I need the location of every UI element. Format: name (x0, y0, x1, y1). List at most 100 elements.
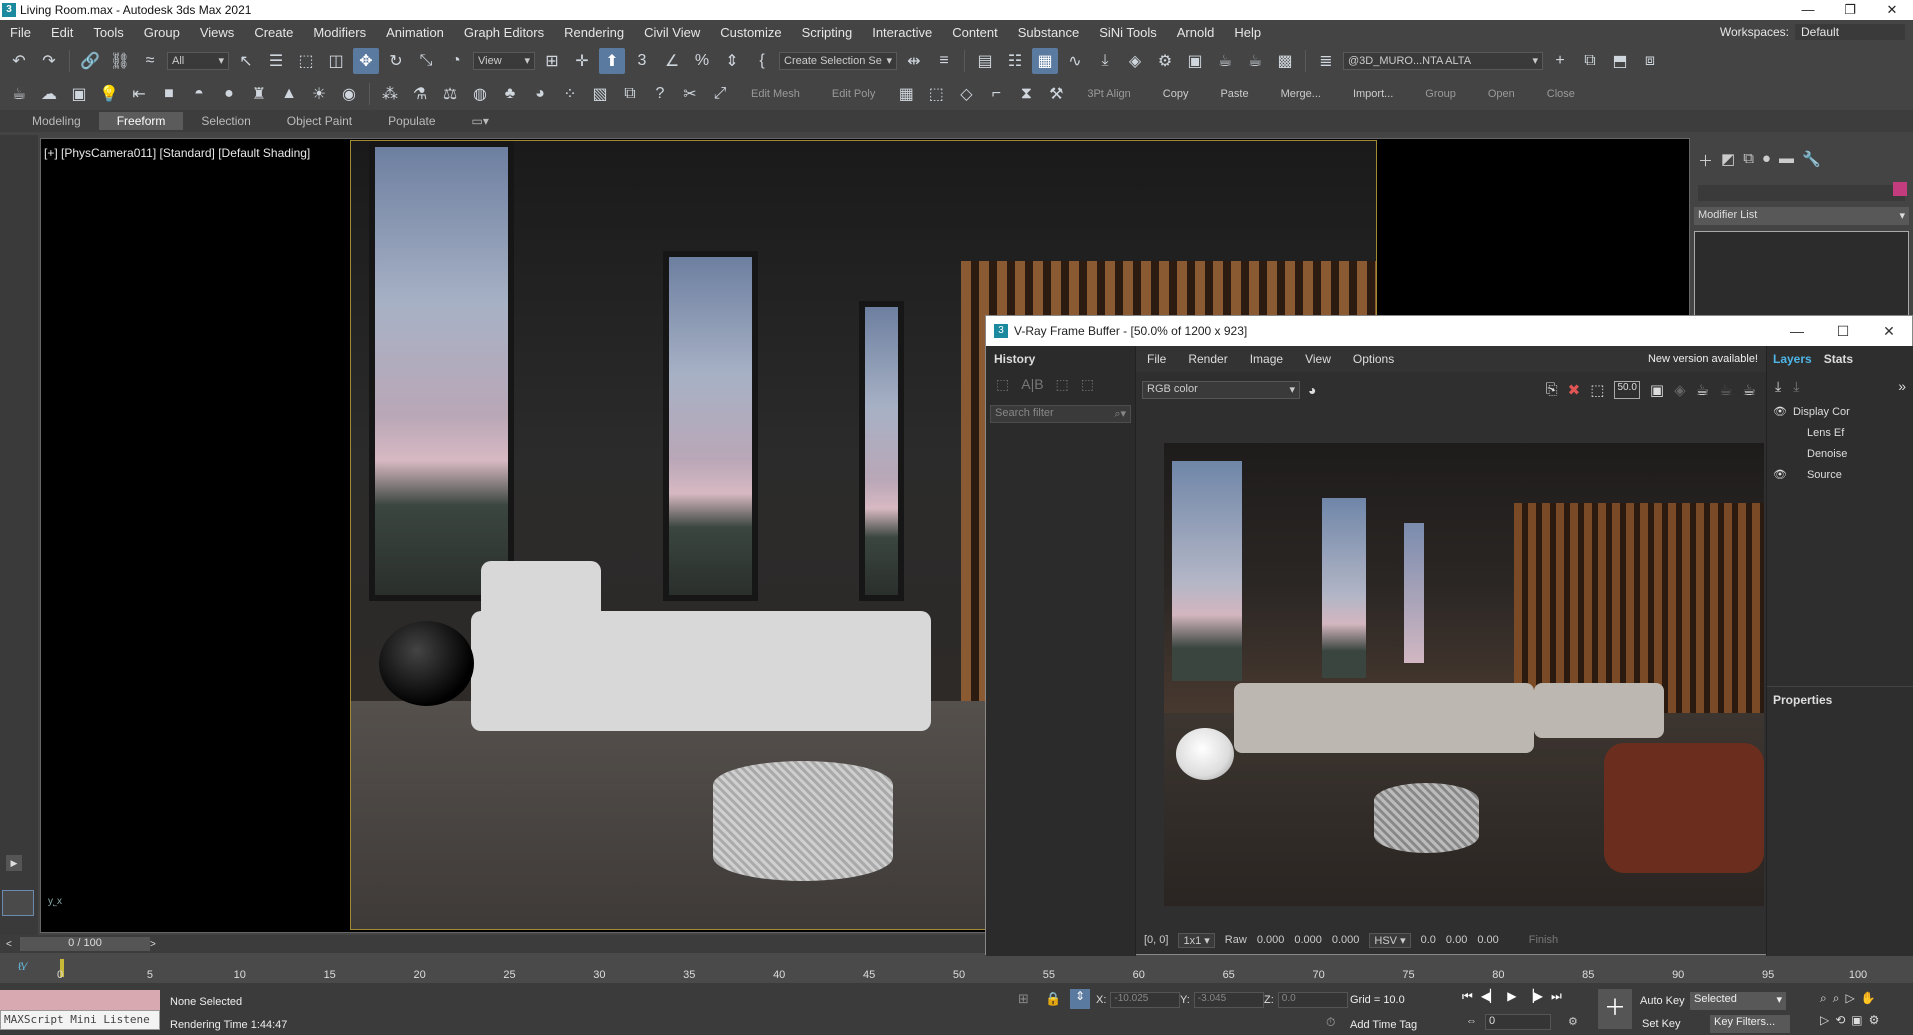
maxscript-listener[interactable]: MAXScript Mini Listene (0, 1010, 160, 1030)
diamond-icon[interactable]: ◇ (953, 81, 979, 107)
orbit-icon[interactable]: ⟲ (1835, 1013, 1845, 1027)
scale-icon[interactable]: ⤡ (413, 48, 439, 74)
object-color-swatch[interactable] (1893, 182, 1907, 196)
corner-icon[interactable]: ⌐ (983, 81, 1009, 107)
box-icon[interactable]: ■ (156, 81, 182, 107)
proxy-icon[interactable]: ⚗ (407, 81, 433, 107)
viewport-label[interactable]: [+] [PhysCamera011] [Standard] [Default … (44, 146, 310, 160)
go-to-start-icon[interactable]: ⏮ (1462, 989, 1473, 1004)
vfb-maximize-button[interactable]: ☐ (1820, 323, 1866, 340)
cone-icon[interactable]: ▲ (276, 81, 302, 107)
expand-icon[interactable]: » (1898, 378, 1906, 395)
import-button[interactable]: Import... (1339, 88, 1407, 100)
tab-populate[interactable]: Populate (370, 112, 453, 130)
set-key-big-icon[interactable]: ＋ (1598, 989, 1632, 1029)
time-config-icon[interactable]: ⚙ (1568, 1015, 1578, 1028)
vfb-menu-file[interactable]: File (1136, 352, 1177, 366)
eye-icon[interactable]: 👁 (1773, 405, 1787, 418)
maxscript-input[interactable] (0, 990, 160, 1010)
zoom-all-icon[interactable]: ⌕ (1833, 991, 1840, 1006)
y-field[interactable]: -3.045 (1193, 992, 1264, 1008)
angle-snap-icon[interactable]: ∠ (659, 48, 685, 74)
unlink-icon[interactable]: ⛓ (107, 48, 133, 74)
fur-icon[interactable]: ⁂ (377, 81, 403, 107)
motion-tab-icon[interactable]: ● (1762, 150, 1771, 171)
render-preview-image[interactable] (1164, 443, 1764, 906)
menu-help[interactable]: Help (1224, 25, 1271, 40)
menu-graph-editors[interactable]: Graph Editors (454, 25, 554, 40)
tab-modeling[interactable]: Modeling (14, 112, 99, 130)
color-picker-icon[interactable]: ◕ (1308, 382, 1316, 398)
new-version-notice[interactable]: New version available! (1648, 353, 1766, 365)
placement-icon[interactable]: ◔ (443, 48, 469, 74)
menu-animation[interactable]: Animation (376, 25, 454, 40)
utilities-tab-icon[interactable]: 🔧 (1802, 150, 1821, 171)
tab-layers[interactable]: Layers (1773, 352, 1812, 366)
maximize-viewport-icon[interactable]: ▣ (1851, 1013, 1862, 1027)
rect-selection-icon[interactable]: ⬚ (293, 48, 319, 74)
group-button[interactable]: Group (1411, 88, 1470, 100)
tab-stats[interactable]: Stats (1824, 352, 1853, 366)
move-icon[interactable]: ✥ (353, 47, 379, 74)
history-delete-icon[interactable]: ⬚ (1081, 376, 1094, 393)
redo-icon[interactable]: ↷ (36, 48, 62, 74)
lock-icon[interactable]: 🔒 (1045, 991, 1061, 1007)
grid-icon[interactable]: ▦ (893, 81, 919, 107)
material-editor-icon[interactable]: ◈ (1122, 48, 1148, 74)
region-render-icon[interactable]: ⬚ (1590, 381, 1604, 399)
key-filters-button[interactable]: Key Filters... (1710, 1015, 1790, 1033)
menu-rendering[interactable]: Rendering (554, 25, 634, 40)
vfb-menu-render[interactable]: Render (1177, 352, 1238, 366)
modifier-stack[interactable] (1694, 231, 1909, 321)
select-in-layer-icon[interactable]: ⬒ (1607, 48, 1633, 74)
xform-icon[interactable]: ⚒ (1043, 81, 1069, 107)
settings-icon[interactable]: ⚙ (1869, 1013, 1880, 1027)
undo-icon[interactable]: ↶ (6, 48, 32, 74)
menu-substance[interactable]: Substance (1008, 25, 1089, 40)
menu-edit[interactable]: Edit (41, 25, 83, 40)
menu-content[interactable]: Content (942, 25, 1008, 40)
render-shortcuts-icon[interactable]: ▩ (1272, 48, 1298, 74)
key-selection-dropdown[interactable]: Selected ▾ (1690, 992, 1786, 1010)
displacement-icon[interactable]: ⚖ (437, 81, 463, 107)
key-mode-icon[interactable]: ⇔ (1466, 1015, 1477, 1027)
link-icon[interactable]: 🔗 (77, 48, 103, 74)
select-by-name-icon[interactable]: ☰ (263, 48, 289, 74)
tab-freeform[interactable]: Freeform (98, 112, 184, 130)
select-object-icon[interactable]: ↖ (233, 48, 259, 74)
spinner-snap-icon[interactable]: ⇕ (719, 48, 745, 74)
close-button[interactable]: ✕ (1871, 2, 1913, 18)
align-tool-icon[interactable]: ⤢ (707, 81, 733, 107)
vfb-close-button[interactable]: ✕ (1866, 323, 1912, 340)
menu-scripting[interactable]: Scripting (792, 25, 863, 40)
pivot-center-icon[interactable]: ⊞ (539, 48, 565, 74)
3pt-align-button[interactable]: 3Pt Align (1073, 88, 1144, 100)
previous-key-icon[interactable]: ◀▏ (1481, 989, 1499, 1004)
paste-button[interactable]: Paste (1206, 88, 1262, 100)
mirror-icon[interactable]: ⇹ (901, 48, 927, 74)
window-crossing-icon[interactable]: ◫ (323, 48, 349, 74)
menu-customize[interactable]: Customize (710, 25, 791, 40)
world-icon[interactable]: ◍ (467, 81, 493, 107)
snaps-toggle-icon[interactable]: 3 (629, 48, 655, 74)
color-mode-dropdown[interactable]: HSV ▾ (1369, 932, 1411, 948)
channel-dropdown[interactable]: RGB color ▾ (1142, 381, 1300, 399)
sphere-icon[interactable]: ● (216, 81, 242, 107)
save-image-icon[interactable]: ⎘ (1546, 381, 1558, 399)
next-key-icon[interactable]: ▕▶ (1525, 989, 1543, 1004)
interactive-render-icon[interactable]: ☕ (1719, 381, 1732, 399)
layer-item[interactable]: 👁 Display Cor (1767, 401, 1913, 422)
ribbon-options-icon[interactable]: ▭▾ (454, 112, 507, 130)
walk-through-icon[interactable]: ▷ (1820, 1013, 1829, 1027)
modify-tab-icon[interactable]: ◩ (1721, 150, 1735, 171)
ies-light-icon[interactable]: ♜ (246, 81, 272, 107)
ambient-light-icon[interactable]: ◉ (336, 81, 362, 107)
zoom-badge[interactable]: 50.0 (1614, 381, 1640, 399)
edit-mesh-button[interactable]: Edit Mesh (737, 88, 814, 100)
absolute-mode-icon[interactable]: ⇕ (1070, 989, 1090, 1009)
toggle-ribbon-icon[interactable]: ▦ (1032, 47, 1058, 74)
percent-snap-icon[interactable]: % (689, 48, 715, 74)
render-production-icon[interactable]: ☕ (1212, 48, 1238, 74)
vfb-minimize-button[interactable]: — (1774, 323, 1820, 340)
vfb-menu-image[interactable]: Image (1239, 352, 1294, 366)
